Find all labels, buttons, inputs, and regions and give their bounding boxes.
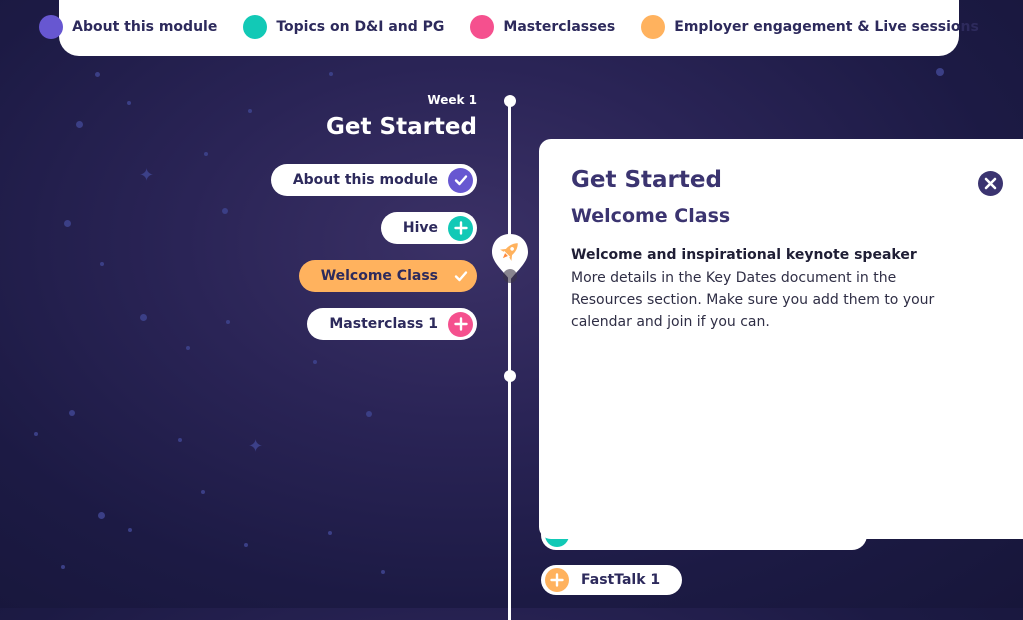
timeline-item-label: About this module bbox=[292, 172, 438, 188]
check-icon bbox=[448, 167, 473, 193]
close-icon bbox=[984, 177, 997, 190]
timeline-item[interactable]: Masterclass 1 bbox=[307, 308, 477, 340]
panel-title: Get Started bbox=[571, 167, 722, 193]
timeline-item[interactable]: Hive bbox=[380, 212, 477, 244]
legend-dot-icon bbox=[641, 15, 666, 39]
legend-label: Topics on D&I and PG bbox=[276, 19, 445, 35]
week-label: Week 1 bbox=[427, 93, 477, 107]
timeline-node bbox=[504, 95, 516, 107]
legend-item: Employer engagement & Live sessions bbox=[641, 15, 979, 39]
panel-subtitle: Welcome Class bbox=[571, 205, 731, 227]
plus-icon bbox=[448, 311, 473, 337]
plus-icon bbox=[448, 215, 473, 241]
plus-icon bbox=[545, 568, 569, 592]
week-title: Get Started bbox=[326, 114, 477, 140]
timeline-item[interactable]: FastTalk 1 bbox=[541, 565, 683, 595]
legend-item: Topics on D&I and PG bbox=[243, 15, 444, 39]
panel-description: More details in the Key Dates document i… bbox=[571, 270, 935, 330]
timeline-item[interactable]: About this module bbox=[270, 164, 477, 196]
legend-item: Masterclasses bbox=[470, 15, 615, 39]
rocket-icon bbox=[492, 234, 528, 283]
timeline-node bbox=[504, 370, 516, 382]
timeline-item-label: FastTalk 1 bbox=[581, 572, 661, 588]
close-button[interactable] bbox=[978, 171, 1003, 196]
timeline-item[interactable]: Welcome Class bbox=[298, 260, 477, 292]
legend-label: Employer engagement & Live sessions bbox=[674, 19, 979, 35]
detail-panel: Get Started Welcome Class Welcome and in… bbox=[539, 139, 1023, 539]
panel-heading: Welcome and inspirational keynote speake… bbox=[571, 247, 917, 263]
legend-label: About this module bbox=[72, 19, 218, 35]
legend-dot-icon bbox=[470, 15, 495, 39]
timeline-item-label: Hive bbox=[402, 220, 438, 236]
legend-label: Masterclasses bbox=[503, 19, 616, 35]
timeline-line bbox=[508, 100, 511, 620]
check-icon bbox=[448, 264, 473, 289]
legend-dot-icon bbox=[243, 15, 268, 39]
timeline-item-label: Masterclass 1 bbox=[329, 316, 438, 332]
legend-item: About this module bbox=[39, 15, 217, 39]
timeline-item-label: Welcome Class bbox=[320, 268, 438, 284]
legend-dot-icon bbox=[39, 15, 64, 39]
legend-bar: About this module Topics on D&I and PG Mas… bbox=[39, 0, 979, 56]
